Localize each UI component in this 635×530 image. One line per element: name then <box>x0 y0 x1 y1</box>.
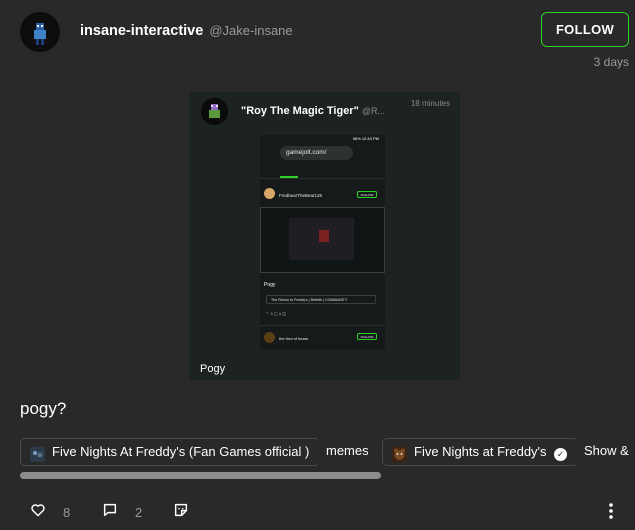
tag-show-and[interactable]: Show & <box>574 438 635 466</box>
phone-actions-row: ♡ 1 ▢ 1 ◫ <box>266 311 287 316</box>
phone-post-text: Pogy <box>264 282 276 288</box>
like-count[interactable]: 8 <box>63 505 70 520</box>
more-options-icon[interactable] <box>604 502 618 525</box>
phone-tag: The Return to Freddy's | Rebirth | COMMU… <box>266 295 376 304</box>
phone-divider <box>260 325 385 326</box>
tag-memes[interactable]: memes <box>316 438 379 466</box>
post-actions: 8 2 <box>0 500 635 525</box>
post-text: pogy? <box>20 399 67 418</box>
phone-embedded-figure <box>319 230 329 242</box>
tag-fnaf[interactable]: Five Nights at Freddy's ✓ <box>382 438 579 466</box>
phone-nav-row <box>260 165 385 179</box>
phone-follow-button: FOLLOW <box>357 191 377 198</box>
tags-scrollbar[interactable] <box>20 472 381 479</box>
post-image[interactable]: "Roy The Magic Tiger" @R... 18 minutes 5… <box>189 92 460 380</box>
phone-second-user: the fred of bears <box>279 336 309 341</box>
embedded-time: 18 minutes <box>410 99 450 108</box>
tag-label: memes <box>326 443 369 458</box>
follow-button[interactable]: FOLLOW <box>541 12 629 47</box>
embedded-caption: Pogy <box>200 363 226 375</box>
phone-screenshot: 56% 12:43 PM gamejolt.com/ FredbearTheBe… <box>260 135 385 350</box>
sticker-icon[interactable] <box>173 502 189 523</box>
author-avatar[interactable] <box>20 12 60 52</box>
phone-nav-active-indicator <box>280 176 298 178</box>
comment-count[interactable]: 2 <box>135 505 142 520</box>
fnaf-fangames-icon <box>30 445 45 462</box>
comment-icon[interactable] <box>102 502 118 523</box>
embedded-handle: @R... <box>361 106 386 116</box>
phone-second-follow: FOLLOW <box>357 333 377 340</box>
phone-embedded-image <box>260 207 385 273</box>
tag-label: Five Nights at Freddy's <box>414 444 547 459</box>
tag-label: Five Nights At Freddy's (Fan Games offic… <box>52 444 310 459</box>
post-header: insane-interactive @Jake-insane FOLLOW 3… <box>0 0 635 70</box>
phone-status-bar: 56% 12:43 PM <box>352 136 379 141</box>
post-timestamp[interactable]: 3 days <box>594 55 629 69</box>
author-handle[interactable]: @Jake-insane <box>209 23 292 38</box>
embedded-title: "Roy The Magic Tiger" @R... <box>241 105 385 117</box>
phone-url-bar: gamejolt.com/ <box>280 146 353 160</box>
community-tags: Five Nights At Freddy's (Fan Games offic… <box>20 438 635 466</box>
author-line: insane-interactive @Jake-insane <box>80 23 293 39</box>
like-icon[interactable] <box>30 502 46 523</box>
phone-user-avatar <box>264 188 275 199</box>
phone-second-avatar <box>264 332 275 343</box>
freddy-icon <box>392 445 407 462</box>
embedded-avatar <box>201 98 228 125</box>
embedded-title-text: "Roy The Magic Tiger" <box>241 105 359 117</box>
tag-label: Show & <box>584 443 629 458</box>
tag-fnaf-fan-games[interactable]: Five Nights At Freddy's (Fan Games offic… <box>20 438 321 466</box>
verified-icon: ✓ <box>554 448 568 461</box>
phone-user-name: FredbearTheBear125 <box>279 193 323 198</box>
author-name[interactable]: insane-interactive <box>80 23 203 39</box>
